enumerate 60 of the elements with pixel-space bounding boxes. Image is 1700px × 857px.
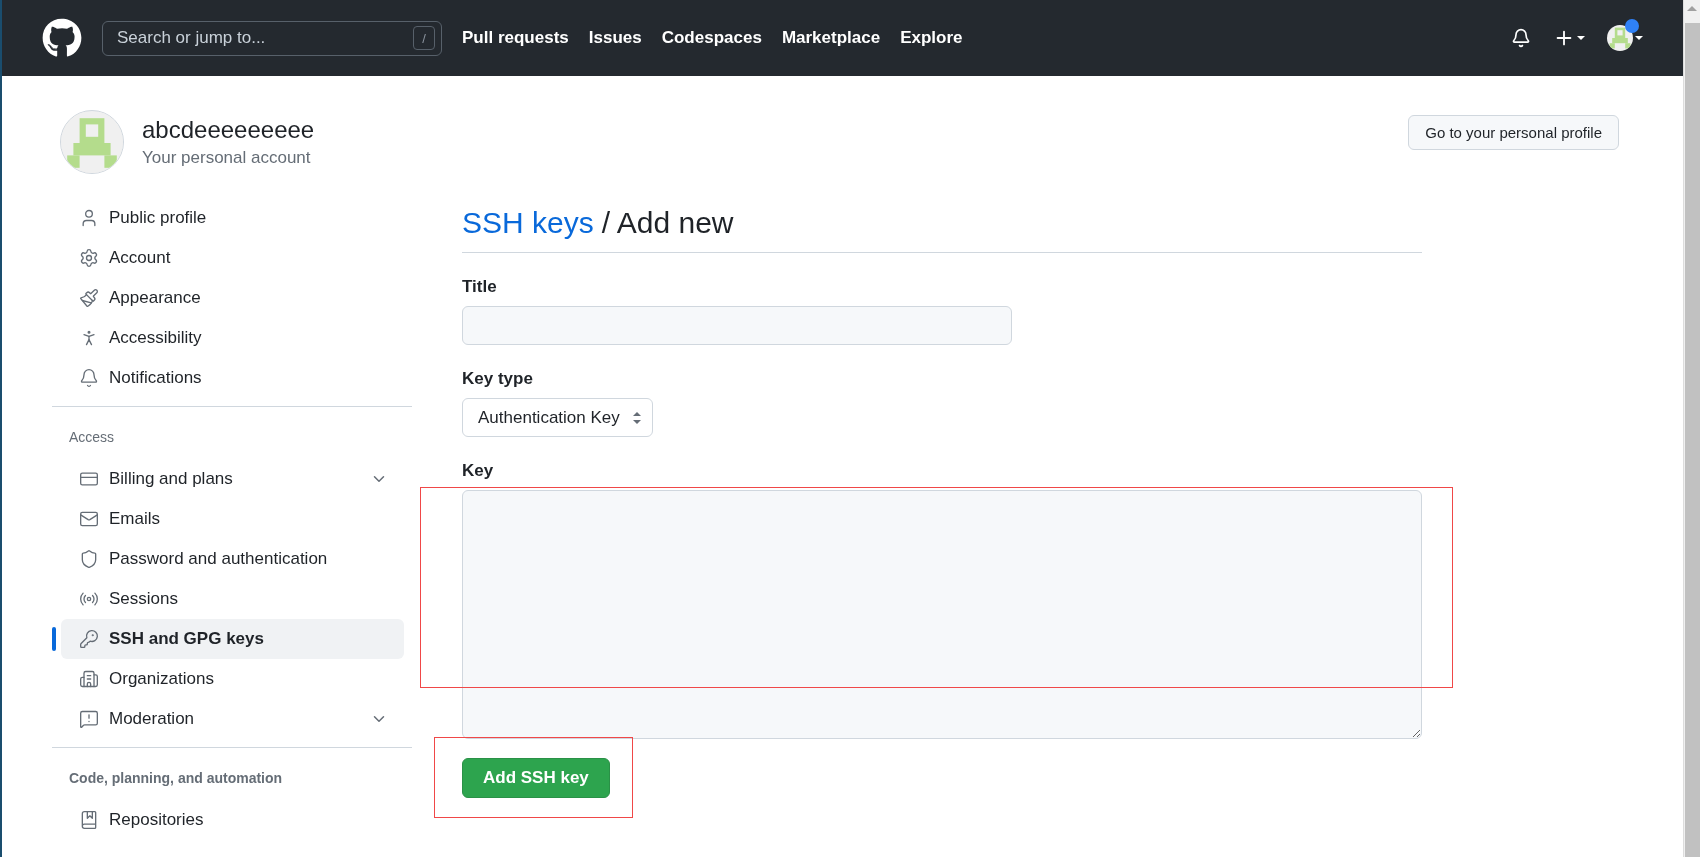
sort-arrows-icon — [631, 410, 642, 425]
search-field[interactable]: Search or jump to... / — [102, 20, 442, 56]
sidebar-item-label: Appearance — [109, 288, 201, 308]
avatar-icon — [1607, 25, 1633, 51]
field-label: Title — [462, 277, 498, 297]
section-heading: Access — [68, 428, 116, 447]
profile-button[interactable]: Go to your personal profile — [1408, 114, 1619, 150]
bell-icon[interactable] — [1511, 28, 1531, 48]
sidebar-item[interactable]: Billing and plans — [61, 459, 404, 499]
sidebar-item[interactable]: Appearance — [61, 278, 404, 318]
title-input-field[interactable] — [462, 306, 1012, 345]
sidebar-item[interactable]: Organizations — [61, 659, 404, 699]
sidebar-item[interactable]: Moderation — [61, 699, 404, 739]
field-label: Key — [462, 461, 495, 481]
sidebar-item[interactable]: Sessions — [61, 579, 404, 619]
sidebar-item-icon — [79, 288, 99, 308]
sidebar-item-icon — [79, 509, 99, 529]
sidebar-item-label: Notifications — [109, 368, 202, 388]
selection-bar — [52, 627, 56, 651]
sidebar-item-label: Emails — [109, 509, 160, 529]
sidebar-item[interactable]: Account — [61, 238, 404, 278]
sidebar-item-label: Password and authentication — [109, 549, 328, 569]
field-label: Key type — [462, 369, 534, 389]
nav-link[interactable]: Marketplace — [781, 28, 881, 48]
nav-link[interactable]: Codespaces — [661, 28, 762, 48]
sidebar-item[interactable]: Repositories — [61, 800, 404, 840]
sidebar-item[interactable]: Notifications — [61, 358, 404, 398]
sidebar-item-label: Public profile — [109, 208, 207, 228]
account-subtitle: Your personal account — [142, 148, 312, 168]
section-heading: Code, planning, and automation — [68, 769, 284, 788]
sidebar-item[interactable]: Password and authentication — [61, 539, 404, 579]
sidebar-item-label: Sessions — [109, 589, 178, 609]
sidebar-item-label: Account — [109, 248, 171, 268]
sidebar-item-icon — [79, 810, 99, 830]
nav-link[interactable]: Issues — [588, 28, 642, 48]
sidebar-item-icon — [79, 549, 99, 569]
sidebar-item-icon — [79, 629, 99, 649]
scrollbar[interactable] — [1683, 0, 1700, 857]
sidebar-item-icon — [79, 669, 99, 689]
sidebar-item-label: Organizations — [109, 669, 214, 689]
sidebar-item[interactable]: Emails — [61, 499, 404, 539]
sidebar-item[interactable]: Accessibility — [61, 318, 404, 358]
sidebar-item-icon — [79, 368, 99, 388]
sidebar-item-label: Billing and plans — [109, 469, 233, 489]
breadcrumb-link[interactable]: SSH keys — [462, 206, 594, 240]
sidebar-item-icon — [79, 248, 99, 268]
sidebar-item-label: Moderation — [109, 709, 195, 729]
shortcut-key: / — [413, 26, 435, 50]
nav-link[interactable]: Explore — [900, 28, 963, 48]
nav-link[interactable]: Pull requests — [462, 28, 569, 48]
logo-icon[interactable] — [42, 18, 82, 58]
sidebar-item-icon — [79, 709, 99, 729]
page-title: / Add new — [601, 206, 734, 240]
sidebar-item[interactable]: Public profile — [61, 198, 404, 238]
avatar-icon — [61, 111, 123, 173]
sidebar-item-label: Repositories — [109, 810, 204, 830]
sidebar-item-label: SSH and GPG keys — [109, 629, 264, 649]
sidebar-item-label: Accessibility — [109, 328, 202, 348]
account-name: abcdeeeeeeeee — [142, 116, 315, 144]
key-type-select[interactable]: Authentication Key — [462, 398, 653, 437]
